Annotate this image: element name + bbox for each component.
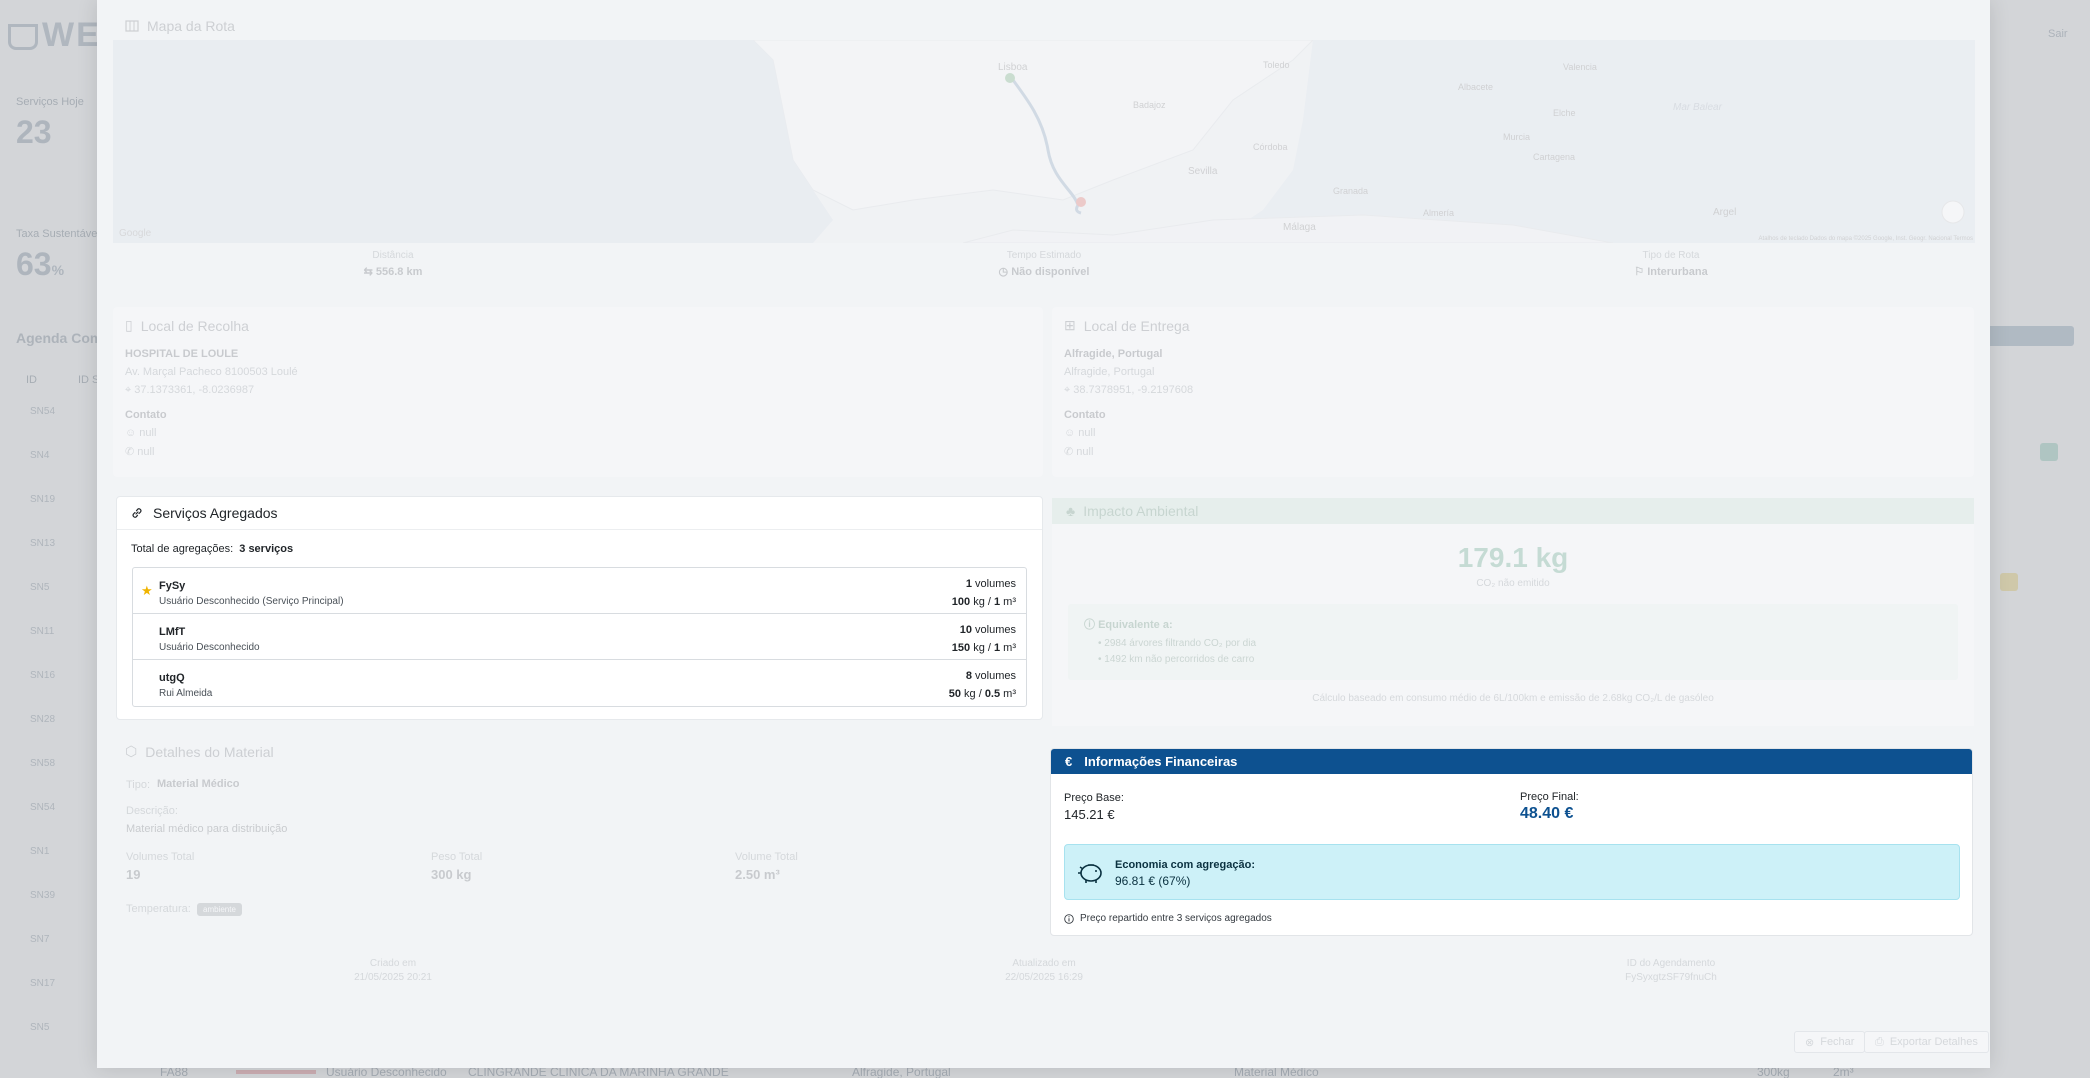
pin-icon: ⌖ xyxy=(1064,384,1074,396)
delivery-card: ⊞ Local de Entrega Alfragide, Portugal Al… xyxy=(1052,307,1974,477)
impact-value: 179.1 kg xyxy=(1457,542,1569,573)
list-item[interactable]: LMfT Usuário Desconhecido 10 volumes 150… xyxy=(133,614,1026,660)
map-label: Mar Balear xyxy=(1673,102,1723,113)
pickup-name: HOSPITAL DE LOULE xyxy=(125,348,239,360)
close-button[interactable]: ⊗ Fechar xyxy=(1794,1031,1866,1053)
hospital-icon: ⊞ xyxy=(1064,317,1076,333)
services-list: ★ FySy Usuário Desconhecido (Serviço Pri… xyxy=(132,567,1027,707)
impact-card: ♣ Impacto Ambiental 179.1 kg CO₂ não emit… xyxy=(1052,498,1974,726)
services-total: Total de agregações: 3 serviços xyxy=(131,543,294,555)
final-price-label: Preço Final: xyxy=(1520,791,1579,803)
map-title: Mapa da Rota xyxy=(125,18,235,34)
export-button[interactable]: ⎙ Exportar Detalhes xyxy=(1864,1031,1989,1053)
financial-title: € Informações Financeiras xyxy=(1051,749,1972,774)
final-price-value: 48.40 € xyxy=(1520,805,1574,822)
map-label: Almería xyxy=(1423,208,1454,218)
base-price-value: 145.21 € xyxy=(1064,807,1115,822)
map-label: Sevilla xyxy=(1188,166,1218,177)
user-icon: ☺ xyxy=(125,427,140,439)
clock-icon: ◷ xyxy=(998,266,1012,278)
route-stats: Distância ⇆ 556.8 km Tempo Estimado ◷ Nã… xyxy=(113,250,1975,290)
services-title: Serviços Agregados xyxy=(117,497,1042,530)
map-label: Elche xyxy=(1553,108,1576,118)
delivery-title: ⊞ Local de Entrega xyxy=(1064,317,1190,334)
map-label: Valencia xyxy=(1563,62,1597,72)
leaf-icon: ♣ xyxy=(1066,503,1076,519)
impact-equivalent: ⓘ Equivalente a: • 2984 árvores filtrand… xyxy=(1068,604,1958,680)
signpost-icon: ⚐ xyxy=(1634,266,1648,278)
meta-info: Criado em 21/05/2025 20:21 Atualizado em 2… xyxy=(354,958,1717,983)
box-icon: ⬡ xyxy=(125,743,138,759)
pickup-address: Av. Marçal Pacheco 8100503 Loulé xyxy=(125,366,298,378)
link-icon xyxy=(132,508,142,518)
map-label: Argel xyxy=(1713,207,1736,218)
impact-title: ♣ Impacto Ambiental xyxy=(1052,498,1974,524)
financial-card: € Informações Financeiras Preço Base: 14… xyxy=(1050,748,1973,936)
map-label: Granada xyxy=(1333,186,1368,196)
map-label: Badajoz xyxy=(1133,100,1166,110)
map-label: Murcia xyxy=(1503,132,1530,142)
map-label: Cartagena xyxy=(1533,152,1575,162)
material-card: ⬡ Detalhes do Material Tipo: Material Méd… xyxy=(125,743,798,916)
map-label: Toledo xyxy=(1263,60,1290,70)
pin-icon: ⌖ xyxy=(125,384,135,396)
base-price-label: Preço Base: xyxy=(1064,792,1124,804)
route-map[interactable]: Lisboa Sevilla Málaga Granada Murcia Alb… xyxy=(113,40,1975,243)
list-item[interactable]: utgQ Rui Almeida 8 volumes 50 kg / 0.5 m… xyxy=(133,660,1026,706)
map-label: Lisboa xyxy=(998,62,1028,73)
economy-alert: Economia com agregação: 96.81 € (67%) xyxy=(1064,844,1960,900)
map-icon xyxy=(125,20,139,32)
temperature-badge: ambiente xyxy=(197,903,242,916)
info-icon: ⓘ xyxy=(1084,619,1099,631)
route-icon: ⇆ xyxy=(363,266,376,278)
google-logo: Google xyxy=(119,228,152,239)
info-icon xyxy=(1064,913,1074,924)
pickup-title: ▯ Local de Recolha xyxy=(125,317,249,334)
map-label: Albacete xyxy=(1458,82,1493,92)
route-type: Tipo de Rota ⚐ Interurbana xyxy=(1634,250,1708,278)
list-item[interactable]: ★ FySy Usuário Desconhecido (Serviço Pri… xyxy=(133,568,1026,614)
delivery-name: Alfragide, Portugal xyxy=(1064,348,1163,360)
piggy-bank-icon xyxy=(1078,864,1102,883)
price-note: Preço repartido entre 3 serviços agregad… xyxy=(1064,913,1272,924)
phone-icon: ✆ xyxy=(125,446,138,458)
phone-icon: ✆ xyxy=(1064,446,1077,458)
map-label: Córdoba xyxy=(1253,142,1288,152)
user-icon: ☺ xyxy=(1064,427,1079,439)
delivery-address: Alfragide, Portugal xyxy=(1064,366,1155,378)
route-distance: Distância ⇆ 556.8 km xyxy=(363,250,423,278)
route-time: Tempo Estimado ◷ Não disponível xyxy=(998,250,1090,278)
map-label: Málaga xyxy=(1283,222,1316,233)
export-icon: ⎙ xyxy=(1875,1035,1884,1048)
map-attribution: Atalhos de teclado Dados do mapa ©2025 G… xyxy=(1759,235,1973,242)
euro-icon: € xyxy=(1065,754,1073,769)
building-icon: ▯ xyxy=(125,317,133,333)
star-icon: ★ xyxy=(141,583,153,598)
pickup-card: ▯ Local de Recolha HOSPITAL DE LOULE Av. … xyxy=(113,307,1043,477)
close-icon: ⊗ xyxy=(1805,1036,1815,1049)
